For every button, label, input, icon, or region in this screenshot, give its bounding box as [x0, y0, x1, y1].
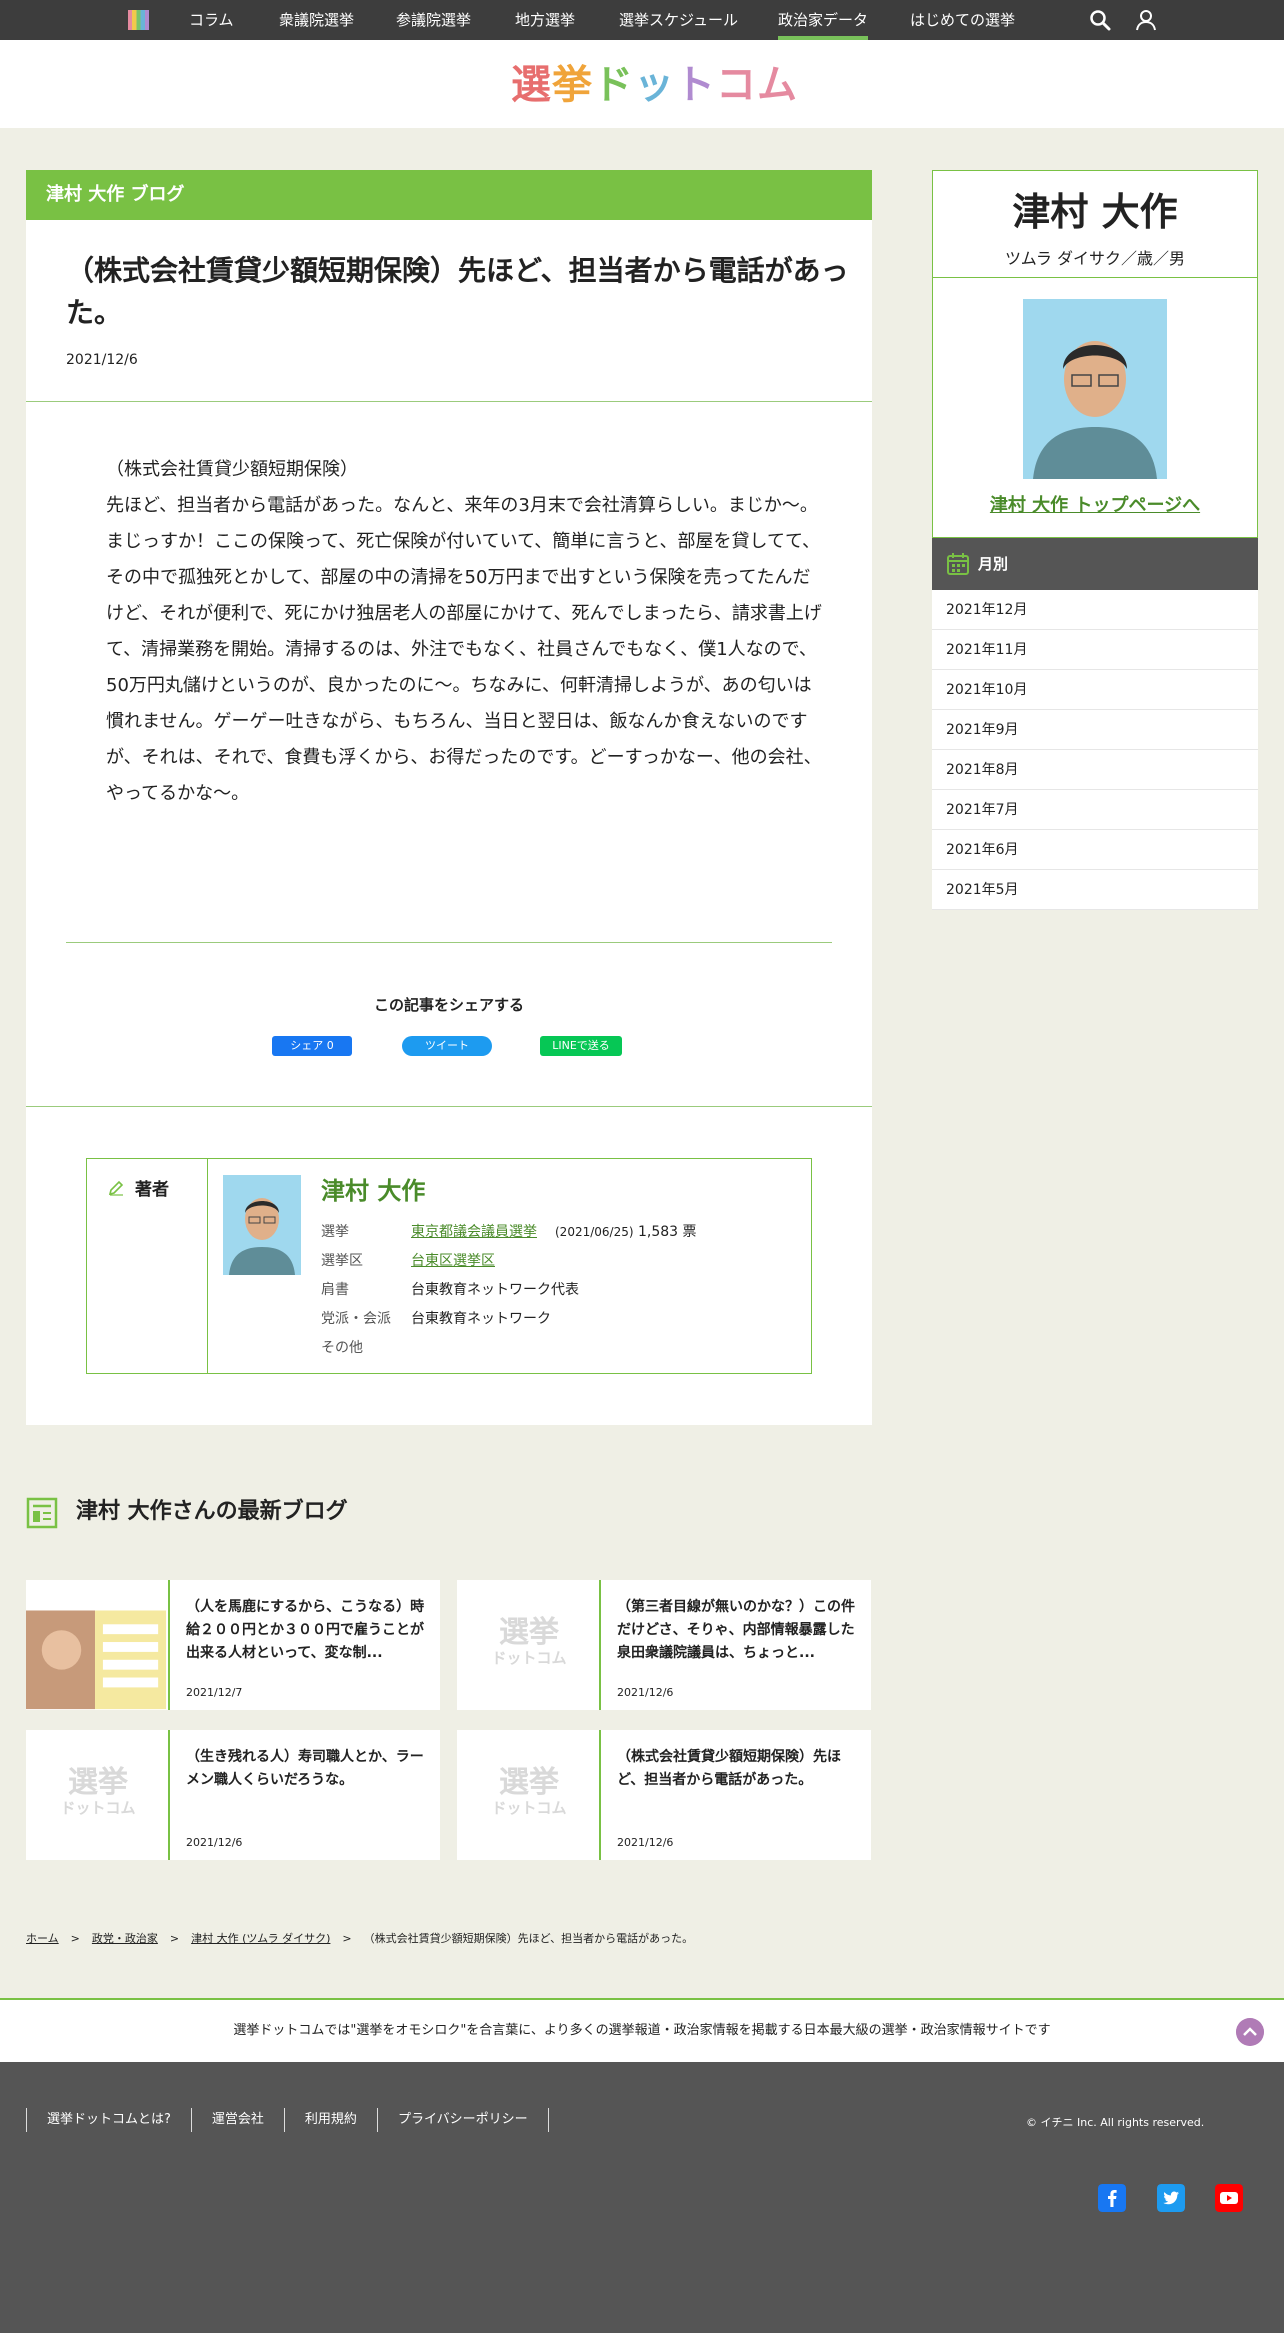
- facebook-share-button[interactable]: シェア 0: [272, 1036, 352, 1056]
- facebook-icon[interactable]: [1098, 2184, 1126, 2212]
- blog-card[interactable]: 選挙 ドットコム （生き残れる人）寿司職人とか、ラーメン職人くらいだろうな。 20…: [26, 1730, 440, 1860]
- nav-politician-data[interactable]: 政治家データ: [778, 0, 869, 40]
- site-color-icon[interactable]: [128, 10, 149, 30]
- month-item[interactable]: 2021年10月: [932, 670, 1258, 710]
- breadcrumb-politician[interactable]: 津村 大作 (ツムラ ダイサク): [191, 1932, 330, 1945]
- monthly-header: 月別: [932, 538, 1258, 590]
- monthly-title: 月別: [978, 555, 1009, 573]
- author-photo: [223, 1175, 301, 1275]
- nav-sangiin[interactable]: 参議院選挙: [396, 0, 471, 40]
- line-share-button[interactable]: LINEで送る: [540, 1036, 622, 1056]
- blog-thumbnail: [26, 1580, 170, 1710]
- profile-photo: [1023, 299, 1167, 479]
- nav-schedule[interactable]: 選挙スケジュール: [619, 0, 738, 40]
- blog-card[interactable]: （人を馬鹿にするから、こうなる）時給２００円とか３００円で雇うことが出来る人材と…: [26, 1580, 440, 1710]
- profile-kana: ツムラ ダイサク／歳／男: [1005, 249, 1185, 268]
- breadcrumb-home[interactable]: ホーム: [26, 1932, 59, 1945]
- author-label-cell: 著者: [87, 1159, 208, 1373]
- election-link[interactable]: 東京都議会議員選挙: [411, 1224, 537, 1240]
- blog-list-icon: [26, 1497, 58, 1529]
- month-item[interactable]: 2021年8月: [932, 750, 1258, 790]
- blog-card-title[interactable]: （人を馬鹿にするから、こうなる）時給２００円とか３００円で雇うことが出来る人材と…: [186, 1596, 426, 1665]
- article-body: （株式会社賃貸少額短期保険） 先ほど、担当者から電話があった。なんと、来年の3月…: [106, 459, 822, 804]
- month-item[interactable]: 2021年12月: [932, 590, 1258, 630]
- divider: [26, 1106, 872, 1107]
- author-label: 著者: [135, 1180, 169, 1200]
- footer-links: 選挙ドットコムとは? 運営会社 利用規約 プライバシーポリシー: [26, 2108, 549, 2132]
- search-icon[interactable]: [1088, 8, 1112, 32]
- blog-thumbnail-placeholder: 選挙 ドットコム: [457, 1580, 601, 1710]
- breadcrumb-parties[interactable]: 政党・政治家: [92, 1932, 158, 1945]
- nav-first-election[interactable]: はじめての選挙: [910, 0, 1015, 40]
- blog-card[interactable]: 選挙 ドットコム （株式会社賃貸少額短期保険）先ほど、担当者から電話があった。 2…: [457, 1730, 871, 1860]
- blog-card-date: 2021/12/6: [186, 1836, 243, 1849]
- tagline-text: 選挙ドットコムでは"選挙をオモシロク"を合言葉に、より多くの選挙報道・政治家情報…: [233, 2023, 1051, 2038]
- divider: [66, 942, 832, 943]
- blog-card-date: 2021/12/6: [617, 1836, 674, 1849]
- nav-local-election[interactable]: 地方選挙: [515, 0, 575, 40]
- blog-thumbnail-placeholder: 選挙 ドットコム: [26, 1730, 170, 1860]
- month-item[interactable]: 2021年11月: [932, 630, 1258, 670]
- district-link[interactable]: 台東区選挙区: [411, 1253, 495, 1269]
- back-to-top-button[interactable]: [1236, 2018, 1264, 2046]
- profile-top-link[interactable]: 津村 大作 トップページへ: [933, 491, 1257, 517]
- twitter-icon[interactable]: [1157, 2184, 1185, 2212]
- blog-card[interactable]: 選挙 ドットコム （第三者目線が無いのかな？）この件だけどさ、そりゃ、内部情報暴露…: [457, 1580, 871, 1710]
- blog-header-title: 津村 大作 ブログ: [46, 184, 185, 205]
- copyright: © イチニ Inc. All rights reserved.: [1026, 2116, 1205, 2129]
- nav-column[interactable]: コラム: [189, 0, 234, 40]
- blog-thumbnail-placeholder: 選挙 ドットコム: [457, 1730, 601, 1860]
- top-nav: コラム 衆議院選挙 参議院選挙 地方選挙 選挙スケジュール 政治家データ はじめ…: [0, 0, 1284, 40]
- youtube-icon[interactable]: [1215, 2184, 1243, 2212]
- latest-blogs-title: 津村 大作さんの最新ブログ: [76, 1499, 348, 1524]
- profile-card: 津村 大作 ツムラ ダイサク／歳／男 津村 大作 トップページへ: [932, 170, 1258, 538]
- calendar-icon: [947, 553, 969, 575]
- user-icon[interactable]: [1134, 8, 1158, 32]
- site-logo[interactable]: 選挙ドットコム: [511, 62, 797, 108]
- month-item[interactable]: 2021年9月: [932, 710, 1258, 750]
- month-item[interactable]: 2021年6月: [932, 830, 1258, 870]
- article-date: 2021/12/6: [66, 352, 138, 368]
- blog-article: 津村 大作 ブログ （株式会社賃貸少額短期保険）先ほど、担当者から電話があった。…: [26, 170, 872, 1425]
- breadcrumb: ホーム > 政党・政治家 > 津村 大作 (ツムラ ダイサク) > （株式会社賃貸少額短期保…: [26, 1932, 694, 1945]
- logo-bar: 選挙ドットコム: [0, 40, 1284, 128]
- month-item[interactable]: 2021年7月: [932, 790, 1258, 830]
- footer-link-company[interactable]: 運営会社: [190, 2108, 284, 2132]
- blog-card-title[interactable]: （株式会社賃貸少額短期保険）先ほど、担当者から電話があった。: [617, 1746, 857, 1792]
- twitter-tweet-button[interactable]: ツイート: [402, 1036, 492, 1056]
- blog-card-date: 2021/12/6: [617, 1686, 674, 1699]
- blog-header: 津村 大作 ブログ: [26, 170, 872, 220]
- article-title: （株式会社賃貸少額短期保険）先ほど、担当者から電話があった。: [66, 254, 849, 329]
- profile-name: 津村 大作: [1012, 190, 1178, 234]
- footer-link-terms[interactable]: 利用規約: [283, 2108, 377, 2132]
- author-name[interactable]: 津村 大作: [321, 1171, 425, 1206]
- footer-link-privacy[interactable]: プライバシーポリシー: [376, 2108, 549, 2132]
- nav-shugiin[interactable]: 衆議院選挙: [279, 0, 354, 40]
- monthly-list: 2021年12月 2021年11月 2021年10月 2021年9月 2021年…: [932, 590, 1258, 910]
- divider: [26, 401, 872, 402]
- pen-icon: [108, 1180, 124, 1196]
- blog-card-title[interactable]: （生き残れる人）寿司職人とか、ラーメン職人くらいだろうな。: [186, 1746, 426, 1792]
- breadcrumb-current: （株式会社賃貸少額短期保険）先ほど、担当者から電話があった。: [363, 1932, 694, 1945]
- blog-card-title[interactable]: （第三者目線が無いのかな？）この件だけどさ、そりゃ、内部情報暴露した泉田衆議院議…: [617, 1596, 857, 1665]
- footer: 選挙ドットコムとは? 運営会社 利用規約 プライバシーポリシー © イチニ Inc. …: [0, 2062, 1284, 2333]
- share-title: この記事をシェアする: [373, 996, 524, 1014]
- month-item[interactable]: 2021年5月: [932, 870, 1258, 910]
- blog-card-date: 2021/12/7: [186, 1686, 243, 1699]
- tagline-bar: 選挙ドットコムでは"選挙をオモシロク"を合言葉に、より多くの選挙報道・政治家情報…: [0, 1998, 1284, 2062]
- author-box: 著者 津村 大作 選挙 東京都議会議員選挙 (2021/06/25) 1,583 …: [86, 1158, 812, 1374]
- footer-link-about[interactable]: 選挙ドットコムとは?: [26, 2108, 191, 2132]
